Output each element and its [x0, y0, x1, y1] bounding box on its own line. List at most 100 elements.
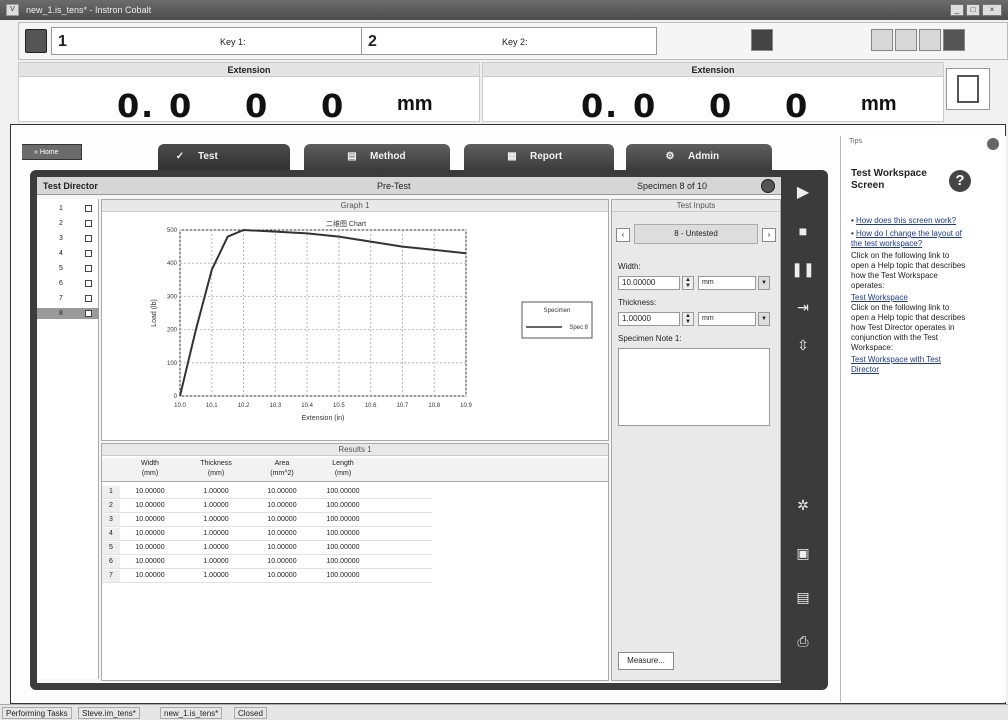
tab-label: Admin [688, 151, 720, 162]
specimen-row[interactable]: 2 [37, 218, 99, 229]
specimen-note-label: Specimen Note 1: [618, 334, 682, 343]
key2-field[interactable]: 2 Key 2: [361, 27, 657, 55]
tab-method[interactable]: ▤ Method [304, 144, 450, 170]
specimen-number: 7 [59, 295, 63, 302]
layout-icon-2[interactable] [895, 29, 917, 51]
tab-admin[interactable]: ⚙ Admin [626, 144, 772, 170]
table-cell: 10.00000 [135, 502, 165, 509]
table-cell: 10.00000 [135, 488, 165, 495]
specimen-row[interactable]: 6 [37, 278, 99, 289]
instron-logo-icon: V [6, 4, 19, 16]
x-tick-label: 10.1 [206, 403, 218, 409]
specimen-number: 8 [59, 310, 63, 317]
readout-panel-2[interactable]: Extension 0 . 0 0 0 mm [482, 62, 944, 125]
specimen-list: 1 2 3 4 5 6 7 8 [37, 199, 99, 679]
keypad-icon[interactable] [25, 29, 47, 53]
results-panel: Results 1 Width (mm) Thickness (mm) Area (mm^… [101, 443, 609, 681]
status-performing: Performing Tasks [2, 707, 72, 719]
y-tick-label: 0 [174, 394, 178, 400]
return-icon[interactable]: ⇥ [791, 295, 815, 319]
specimen-row[interactable]: 4 [37, 248, 99, 259]
width-input[interactable]: 10.00000 [618, 276, 680, 290]
tab-report[interactable]: ▦ Report [464, 144, 614, 170]
print-icon[interactable]: ⎙ [791, 629, 815, 653]
readout-1-digit: 0 [117, 87, 140, 125]
tips-link-change-layout[interactable]: How do I change the layout of the test w… [851, 229, 962, 248]
layout-icon-3[interactable] [919, 29, 941, 51]
specimen-number: 6 [59, 280, 63, 287]
tips-link-test-director[interactable]: Test Workspace with Test Director [851, 355, 969, 375]
specimen-row[interactable]: 5 [37, 263, 99, 274]
test-inputs-panel: Test Inputs ‹ 8 - Untested › Width: 10.0… [611, 199, 781, 681]
minimize-icon[interactable]: _ [950, 4, 964, 16]
specimen-status-icon [85, 280, 92, 287]
tips-text-2: Click on the following link to open a He… [851, 303, 966, 352]
test-director-header: Test Director Pre-Test Specimen 8 of 10 [37, 177, 781, 195]
tips-link-how-works[interactable]: How does this screen work? [856, 216, 956, 225]
readout-config-icon[interactable] [946, 68, 990, 110]
results-table: Width (mm) Thickness (mm) Area (mm^2) Length (m… [102, 458, 608, 680]
admin-icon: ⚙ [665, 151, 675, 162]
table-cell: 100.00000 [326, 488, 360, 495]
save-sample-icon[interactable]: ▤ [791, 585, 815, 609]
status-closed: Closed [234, 707, 267, 719]
readout-panel-1[interactable]: Extension 0 . 0 0 0 mm [18, 62, 480, 125]
specimen-status-icon [85, 295, 92, 302]
new-sample-icon[interactable]: ▣ [791, 541, 815, 565]
width-label: Width: [618, 262, 641, 271]
home-button[interactable]: « Home [22, 144, 82, 160]
start-test-icon[interactable]: ▶ [791, 181, 815, 205]
stop-test-icon[interactable]: ■ [791, 219, 815, 243]
layout-icon-4[interactable] [943, 29, 965, 51]
readout-2-sep: . [605, 87, 618, 125]
thickness-unit-select[interactable]: mm [698, 312, 756, 326]
info-icon[interactable] [761, 179, 775, 193]
layout-icon-1[interactable] [871, 29, 893, 51]
measure-button[interactable]: Measure... [618, 652, 674, 670]
table-cell: 100.00000 [326, 558, 360, 565]
pause-test-icon[interactable]: ❚❚ [791, 257, 815, 281]
specimen-row[interactable]: 8 [37, 308, 99, 319]
prev-specimen-button[interactable]: ‹ [616, 228, 630, 242]
table-cell: 1.00000 [203, 516, 229, 523]
chevron-down-icon[interactable]: ▼ [758, 312, 770, 326]
test-state: Pre-Test [377, 181, 411, 191]
table-cell: 1.00000 [203, 558, 229, 565]
close-icon[interactable]: × [982, 4, 1002, 16]
specimen-row[interactable]: 7 [37, 293, 99, 304]
readout-2-digit: 0 [581, 87, 604, 125]
console-icon[interactable] [751, 29, 773, 51]
specimen-row[interactable]: 3 [37, 233, 99, 244]
table-cell: 100.00000 [326, 544, 360, 551]
table-cell: 10.00000 [267, 488, 297, 495]
table-cell: 1.00000 [203, 572, 229, 579]
x-tick-label: 10.3 [269, 403, 281, 409]
specimen-number: 5 [59, 265, 63, 272]
test-director-title: Test Director [43, 181, 98, 191]
x-tick-label: 10.4 [301, 403, 313, 409]
key1-field[interactable]: 1 Key 1: [51, 27, 371, 55]
tips-link-test-workspace[interactable]: Test Workspace [851, 293, 969, 303]
thickness-spinner[interactable]: ▲ ▼ [682, 312, 694, 326]
specimen-number: 4 [59, 250, 63, 257]
thickness-input[interactable]: 1.00000 [618, 312, 680, 326]
maximize-icon[interactable]: □ [966, 4, 980, 16]
y-tick-label: 500 [167, 228, 178, 234]
next-specimen-button[interactable]: › [762, 228, 776, 242]
table-cell: 1.00000 [203, 530, 229, 537]
method-icon: ▤ [347, 151, 357, 162]
width-unit-select[interactable]: mm [698, 276, 756, 290]
width-spinner[interactable]: ▲ ▼ [682, 276, 694, 290]
balance-icon[interactable]: ⇳ [791, 333, 815, 357]
specimen-note-textarea[interactable] [618, 348, 770, 426]
load-extension-chart[interactable]: 二维图 Chart 10.0 10.1 10.2 10.3 10.4 10.5 10.6 10.… [102, 212, 608, 440]
specimen-status-icon [85, 220, 92, 227]
specimen-row[interactable]: 1 [37, 203, 99, 214]
tab-label: Report [530, 151, 563, 162]
chevron-down-icon[interactable]: ▼ [758, 276, 770, 290]
report-icon: ▦ [507, 151, 517, 162]
tips-close-icon[interactable] [987, 138, 999, 150]
readout-1-digit: 0 [245, 87, 268, 125]
legend-title: Specimen [544, 308, 571, 314]
reset-gauge-icon[interactable]: ✲ [791, 493, 815, 517]
